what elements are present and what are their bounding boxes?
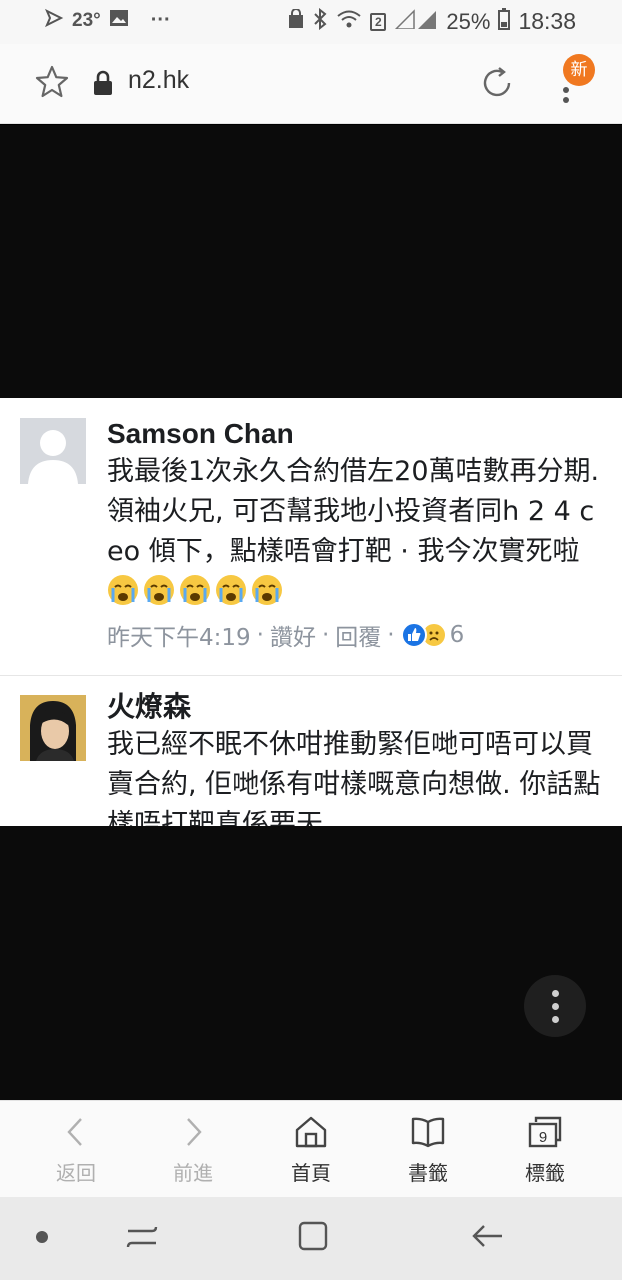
comment: 火燎森 我已經不眠不休咁推動緊佢哋可唔可以買賣合約, 佢哋係有咁樣嘅意向想做. … [0, 677, 622, 826]
signal-icon [394, 9, 438, 34]
crying-emojis [107, 574, 283, 606]
tab-count: 9 [539, 1129, 547, 1146]
image-notification-icon [109, 8, 129, 33]
crying-face-icon [108, 575, 138, 605]
floating-more-button[interactable] [524, 975, 586, 1037]
battery-icon [498, 8, 511, 35]
sim-badge: 2 [370, 12, 387, 31]
address-bar[interactable]: n2.hk [128, 66, 189, 95]
battery-level: 25% [446, 8, 491, 34]
comment-text: 我已經不眠不休咁推動緊佢哋可唔可以買賣合約, 佢哋係有咁樣嘅意向想做. 你話點樣… [107, 729, 601, 826]
more-notifications: ··· [150, 9, 171, 31]
comments-section: Samson Chan 我最後1次永久合約借左20萬咭數再分期. 領袖火兄, 可… [0, 398, 622, 826]
crying-face-icon [180, 575, 210, 605]
comment-text: 我最後1次永久合約借左20萬咭數再分期. 領袖火兄, 可否幫我地小投資者同h 2… [107, 452, 604, 612]
video-letterbox-bottom [0, 826, 622, 1100]
comment-meta: 昨天下午4:19 · 讚好 · 回覆 · 6 [107, 618, 604, 652]
home-nav-icon[interactable] [294, 1217, 332, 1255]
reactions[interactable]: 6 [400, 622, 465, 648]
reload-icon[interactable] [478, 64, 516, 102]
like-link[interactable]: 讚好 [270, 618, 316, 652]
chevron-left-icon [67, 1118, 82, 1146]
back-nav-icon[interactable] [468, 1217, 508, 1255]
crying-face-icon [252, 575, 282, 605]
bookmark-star-icon[interactable] [34, 64, 70, 100]
security-icon [288, 8, 304, 34]
like-reaction-icon [400, 622, 427, 648]
comment-time[interactable]: 昨天下午4:19 [107, 618, 251, 652]
browser-toolbar: n2.hk 新 [0, 44, 622, 124]
sms-notification-icon [44, 8, 64, 33]
tabs-button[interactable]: 9 標籤 [500, 1113, 590, 1186]
forward-button[interactable]: 前進 [148, 1113, 238, 1186]
reaction-count: 6 [449, 622, 465, 648]
tabs-icon: 9 [528, 1116, 562, 1148]
book-icon [411, 1117, 445, 1148]
avatar[interactable] [20, 695, 86, 761]
status-bar: 23° ··· 2 25% 18:38 [0, 0, 622, 44]
system-nav-bar [0, 1197, 622, 1280]
home-icon [295, 1116, 327, 1148]
comment-author[interactable]: 火燎森 [107, 689, 604, 725]
back-button[interactable]: 返回 [31, 1113, 121, 1186]
bookmarks-button[interactable]: 書籤 [383, 1113, 473, 1186]
clock: 18:38 [518, 8, 576, 34]
home-button[interactable]: 首頁 [266, 1113, 356, 1186]
recent-apps-icon[interactable] [124, 1219, 160, 1255]
video-letterbox-top [0, 125, 622, 398]
new-badge: 新 [563, 54, 595, 86]
chevron-right-icon [187, 1118, 202, 1146]
avatar[interactable] [20, 418, 86, 484]
comment-author[interactable]: Samson Chan [107, 416, 604, 452]
bluetooth-icon [312, 7, 328, 35]
temperature: 23° [72, 9, 101, 31]
crying-face-icon [216, 575, 246, 605]
crying-face-icon [144, 575, 174, 605]
wifi-icon [336, 9, 362, 34]
browser-bottom-nav: 返回 前進 首頁 書籤 9 標籤 [0, 1100, 622, 1197]
nav-dot-icon[interactable] [36, 1231, 48, 1243]
lock-icon [94, 70, 112, 95]
reply-link[interactable]: 回覆 [335, 618, 381, 652]
comment: Samson Chan 我最後1次永久合約借左20萬咭數再分期. 領袖火兄, 可… [0, 398, 622, 676]
